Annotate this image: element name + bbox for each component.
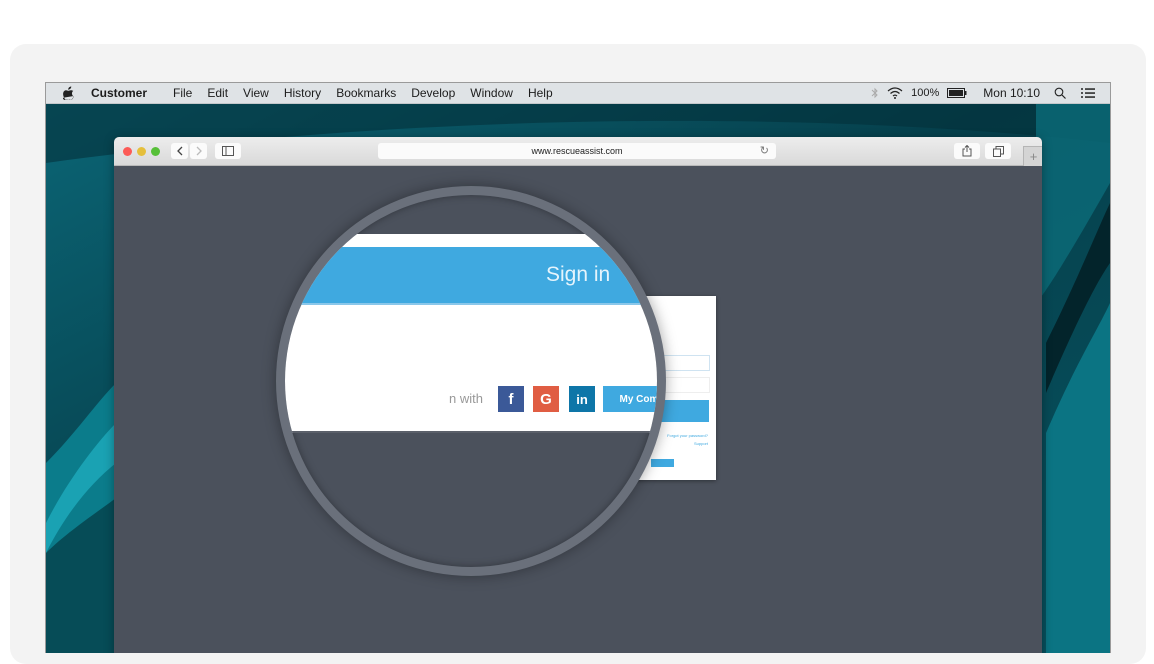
status-area: 100% Mon 10:10 <box>871 86 1096 100</box>
reload-icon[interactable]: ↻ <box>760 144 769 157</box>
mini-forgot-link[interactable]: Forgot your password? <box>667 433 708 438</box>
tabs-overview-button[interactable] <box>985 143 1011 159</box>
linkedin-login-button[interactable]: in <box>569 386 595 412</box>
minimize-window-button[interactable] <box>137 147 146 156</box>
sign-in-with-label: n with <box>449 391 483 406</box>
google-login-button[interactable]: G <box>533 386 559 412</box>
menu-develop[interactable]: Develop <box>411 86 455 100</box>
mac-screen: Customer File Edit View History Bookmark… <box>45 82 1111 653</box>
forward-button[interactable] <box>190 143 207 159</box>
magnifier-lens: Sign in Forgot your password? Support n … <box>276 186 666 576</box>
panel-top-edge <box>285 234 657 247</box>
notification-center-icon[interactable] <box>1080 87 1096 99</box>
company-id-button[interactable]: My Company ID <box>603 386 665 412</box>
menu-edit[interactable]: Edit <box>207 86 228 100</box>
linkedin-icon: in <box>576 391 588 407</box>
wifi-icon[interactable] <box>887 87 903 99</box>
back-button[interactable] <box>171 143 188 159</box>
maximize-window-button[interactable] <box>151 147 160 156</box>
new-tab-icon: + <box>1029 149 1038 164</box>
app-name-menu[interactable]: Customer <box>91 86 147 100</box>
menu-bar: Customer File Edit View History Bookmark… <box>46 83 1110 104</box>
address-bar[interactable]: www.rescueassist.com ↻ <box>378 143 776 159</box>
battery-icon[interactable] <box>947 88 967 98</box>
share-icon <box>962 145 972 157</box>
menu-view[interactable]: View <box>243 86 269 100</box>
back-icon <box>176 146 182 156</box>
sidebar-button[interactable] <box>215 143 241 159</box>
browser-toolbar: www.rescueassist.com ↻ + <box>114 137 1042 166</box>
bluetooth-icon[interactable] <box>871 87 879 99</box>
apple-icon[interactable] <box>63 86 77 100</box>
close-window-button[interactable] <box>123 147 132 156</box>
sidebar-icon <box>222 146 234 156</box>
facebook-login-button[interactable]: f <box>498 386 524 412</box>
company-id-label: My Company ID <box>619 393 665 405</box>
mini-support-link[interactable]: Support <box>694 441 708 446</box>
magnified-login-panel: Sign in Forgot your password? Support n … <box>285 234 665 433</box>
forward-icon <box>196 146 202 156</box>
sign-in-button[interactable]: Sign in <box>285 247 657 305</box>
magnified-view: Sign in Forgot your password? Support n … <box>285 195 665 567</box>
menu-file[interactable]: File <box>173 86 192 100</box>
menu-history[interactable]: History <box>284 86 321 100</box>
spotlight-search-icon[interactable] <box>1054 87 1066 99</box>
google-icon: G <box>540 390 552 408</box>
safari-window: www.rescueassist.com ↻ + t Forgot your p… <box>114 137 1042 653</box>
sign-in-label: Sign in <box>546 263 611 286</box>
share-button[interactable] <box>954 143 980 159</box>
facebook-icon: f <box>508 390 514 408</box>
menu-help[interactable]: Help <box>528 86 553 100</box>
page-content: t Forgot your password? Support Sign in … <box>114 166 1042 653</box>
url-text: www.rescueassist.com <box>531 146 623 156</box>
new-tab-button[interactable]: + <box>1023 146 1042 166</box>
menubar-clock[interactable]: Mon 10:10 <box>983 86 1040 100</box>
battery-percent: 100% <box>911 87 940 99</box>
tabs-icon <box>992 145 1004 157</box>
menu-window[interactable]: Window <box>470 86 513 100</box>
menu-bookmarks[interactable]: Bookmarks <box>336 86 396 100</box>
